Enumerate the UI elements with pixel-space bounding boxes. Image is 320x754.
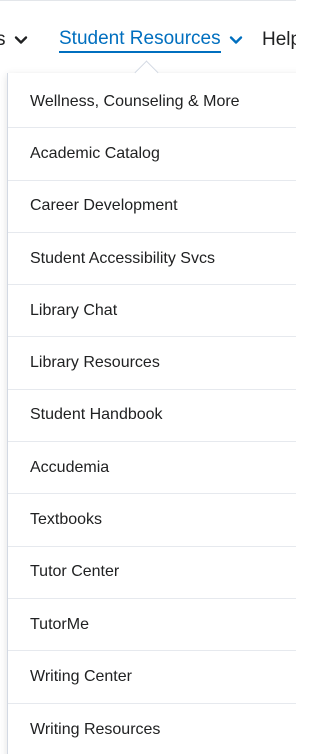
menu-item[interactable]: Tutor Center: [8, 547, 296, 599]
dropdown-menu-list: Wellness, Counseling & More Academic Cata…: [8, 76, 296, 754]
nav-item-student-resources[interactable]: Student Resources: [59, 27, 243, 53]
student-resources-dropdown: Wellness, Counseling & More Academic Cata…: [7, 73, 296, 754]
menu-item-label: Writing Resources: [30, 720, 161, 738]
menu-item[interactable]: Student Handbook: [8, 390, 296, 443]
menu-item-label: TutorMe: [30, 615, 89, 633]
menu-item[interactable]: Library Resources: [8, 337, 296, 390]
menu-item[interactable]: Writing Center: [8, 651, 296, 704]
menu-item[interactable]: Wellness, Counseling & More: [8, 76, 296, 129]
menu-item-label: Career Development: [30, 197, 178, 215]
menu-item-label: Accudemia: [30, 458, 110, 476]
chevron-down-icon: [229, 33, 243, 47]
menu-item[interactable]: Student Accessibility Svcs: [8, 233, 296, 286]
menu-item-label: Writing Center: [30, 667, 132, 685]
menu-item-label: Student Accessibility Svcs: [30, 249, 215, 267]
menu-item-label: Academic Catalog: [30, 144, 160, 162]
menu-item[interactable]: Library Chat: [8, 285, 296, 338]
menu-item-label: Student Handbook: [30, 406, 163, 424]
nav-item-help-label: Help: [262, 29, 296, 50]
chevron-down-icon: [14, 33, 28, 47]
menu-item[interactable]: TutorMe: [8, 599, 296, 652]
menu-item[interactable]: Academic Catalog: [8, 128, 296, 181]
menu-item[interactable]: Writing Resources: [8, 704, 296, 754]
nav-item-previous[interactable]: s: [0, 27, 28, 53]
menu-item-label: Library Resources: [30, 354, 160, 372]
menu-item[interactable]: Textbooks: [8, 494, 296, 547]
menu-item-label: Library Chat: [30, 301, 118, 319]
nav-item-student-resources-label: Student Resources: [59, 27, 221, 53]
page: s Student Resources Help Wellness, Couns…: [0, 0, 296, 754]
menu-item[interactable]: Career Development: [8, 181, 296, 233]
menu-item[interactable]: Accudemia: [8, 442, 296, 495]
nav-item-help[interactable]: Help: [262, 27, 296, 53]
menu-item-label: Tutor Center: [30, 563, 120, 581]
menu-item-label: Wellness, Counseling & More: [30, 92, 240, 110]
nav-item-previous-label: s: [0, 29, 6, 50]
top-navbar: s Student Resources Help: [0, 0, 296, 61]
menu-item-label: Textbooks: [30, 511, 103, 529]
